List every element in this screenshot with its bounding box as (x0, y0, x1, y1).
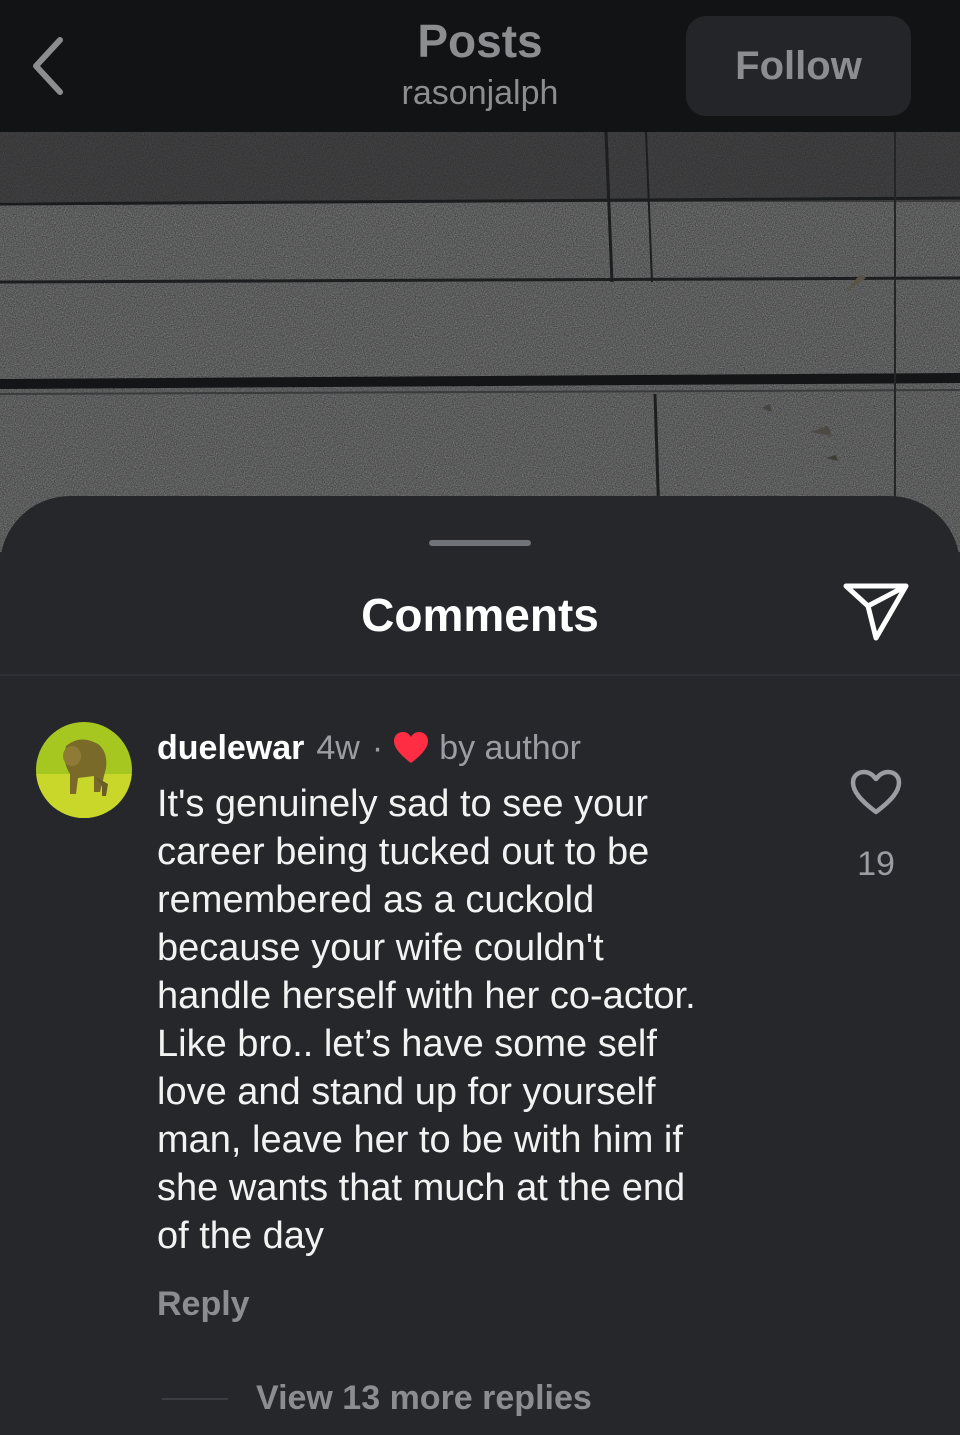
follow-button[interactable]: Follow (686, 16, 911, 116)
avatar[interactable] (36, 722, 132, 818)
heart-filled-icon (393, 731, 429, 765)
comment-timestamp: 4w (316, 728, 360, 767)
comments-sheet: Comments duelewar 4w · by author It's ge… (0, 496, 960, 1435)
comment-meta: duelewar 4w · by author (157, 726, 581, 770)
like-comment-button[interactable] (846, 764, 906, 820)
like-count: 19 (857, 845, 895, 883)
post-image[interactable] (0, 132, 960, 552)
sheet-drag-handle[interactable] (429, 540, 531, 546)
comment-username[interactable]: duelewar (157, 729, 304, 768)
comments-title: Comments (361, 589, 599, 641)
replies-divider-line (162, 1398, 228, 1400)
post-comments-screen: Posts rasonjalph Follow Comments duelewa… (0, 0, 960, 1435)
share-button[interactable] (838, 576, 914, 646)
liked-by-author-label: by author (439, 728, 581, 767)
heart-outline-icon (850, 769, 902, 815)
reply-button[interactable]: Reply (157, 1282, 250, 1326)
paper-plane-icon (843, 583, 909, 641)
top-nav-bar: Posts rasonjalph Follow (0, 0, 960, 132)
view-more-replies-button[interactable]: View 13 more replies (256, 1376, 592, 1420)
sheet-divider (0, 674, 960, 676)
meta-separator: · (371, 728, 384, 767)
comment-text: It's genuinely sad to see your career be… (157, 783, 696, 1257)
